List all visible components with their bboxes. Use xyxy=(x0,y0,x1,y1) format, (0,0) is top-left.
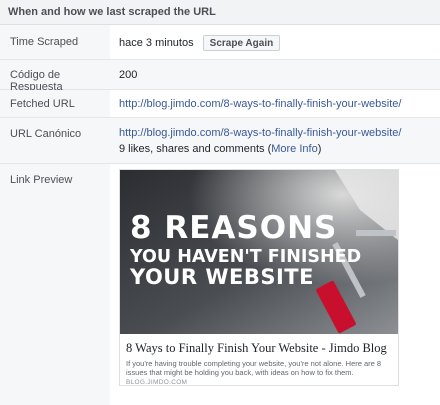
label-cell: Fetched URL xyxy=(0,90,110,117)
image-headline-3: YOUR WEBSITE xyxy=(129,265,314,289)
row-canonical-url: URL Canónico http://blog.jimdo.com/8-way… xyxy=(0,118,440,164)
preview-description: If you're having trouble completing your… xyxy=(126,359,382,377)
engagement-stats-suffix: ) xyxy=(317,143,322,155)
preview-title[interactable]: 8 Ways to Finally Finish Your Website - … xyxy=(126,341,396,356)
scrape-again-button[interactable]: Scrape Again xyxy=(202,35,281,51)
canonical-url-link[interactable]: http://blog.jimdo.com/8-ways-to-finally-… xyxy=(119,127,401,139)
value-cell: http://blog.jimdo.com/8-ways-to-finally-… xyxy=(110,118,440,163)
value-cell: http://blog.jimdo.com/8-ways-to-finally-… xyxy=(110,90,440,117)
image-headline-1: 8 REASONS xyxy=(130,210,337,246)
section-header: When and how we last scraped the URL xyxy=(0,0,440,25)
link-preview-card[interactable]: 8 REASONS YOU HAVEN'T FINISHED YOUR WEBS… xyxy=(119,169,399,386)
row-fetched-url: Fetched URL http://blog.jimdo.com/8-ways… xyxy=(0,90,440,118)
engagement-stats: 9 likes, shares and comments (More Info) xyxy=(119,143,321,155)
value-cell: 8 REASONS YOU HAVEN'T FINISHED YOUR WEBS… xyxy=(110,164,440,405)
time-scraped-label: Time Scraped xyxy=(10,36,79,48)
response-code-value: 200 xyxy=(119,69,138,81)
link-preview-label: Link Preview xyxy=(10,174,73,186)
canonical-url-label: URL Canónico xyxy=(10,128,82,140)
row-response-code: Código de Respuesta 200 xyxy=(0,60,440,93)
engagement-stats-text: 9 likes, shares and comments ( xyxy=(119,143,272,155)
label-cell: Link Preview xyxy=(0,164,110,405)
image-headline-2: YOU HAVEN'T FINISHED xyxy=(129,247,361,267)
preview-image-graphic: 8 REASONS YOU HAVEN'T FINISHED YOUR WEBS… xyxy=(120,170,398,334)
fetched-url-label: Fetched URL xyxy=(10,98,75,110)
preview-domain: BLOG.JIMDO.COM xyxy=(126,379,188,386)
row-time-scraped: Time Scraped hace 3 minutos Scrape Again xyxy=(0,25,440,60)
time-scraped-value: hace 3 minutos xyxy=(119,36,194,49)
row-link-preview: Link Preview 8 REASONS YOU HAVEN'T FINIS… xyxy=(0,164,440,405)
label-cell: Código de Respuesta xyxy=(0,60,110,93)
label-cell: Time Scraped xyxy=(0,25,110,59)
section-title: When and how we last scraped the URL xyxy=(8,6,216,18)
preview-image: 8 REASONS YOU HAVEN'T FINISHED YOUR WEBS… xyxy=(120,170,398,334)
label-cell: URL Canónico xyxy=(0,118,110,163)
more-info-link[interactable]: More Info xyxy=(271,143,317,155)
value-cell: 200 xyxy=(110,60,440,89)
value-cell: hace 3 minutos Scrape Again xyxy=(110,25,440,59)
fetched-url-link[interactable]: http://blog.jimdo.com/8-ways-to-finally-… xyxy=(119,98,401,110)
